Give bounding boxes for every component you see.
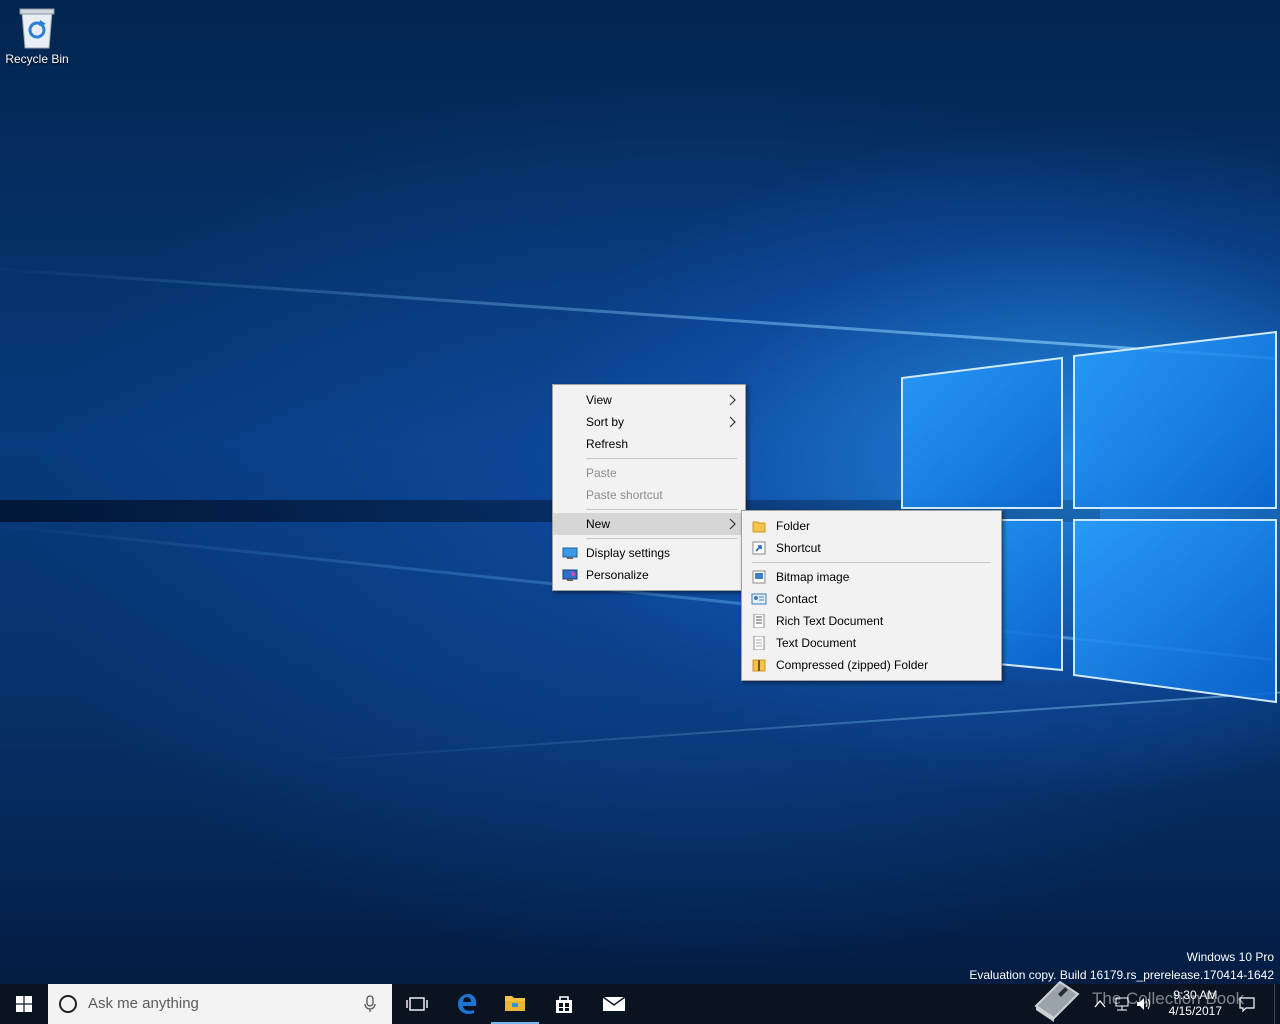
menu-item-paste-shortcut[interactable]: Paste shortcut xyxy=(553,484,745,506)
taskbar-edge[interactable] xyxy=(443,984,491,1024)
cortana-search-box[interactable]: Ask me anything xyxy=(48,984,392,1024)
contact-icon xyxy=(751,593,767,605)
menu-item-paste[interactable]: Paste xyxy=(553,462,745,484)
menu-item-new[interactable]: New xyxy=(553,513,745,535)
zip-folder-icon xyxy=(752,659,766,672)
menu-item-label: Personalize xyxy=(586,568,649,582)
menu-item-display-settings[interactable]: Display settings xyxy=(553,542,745,564)
menu-item-label: Display settings xyxy=(586,546,671,560)
submenu-item-contact[interactable]: Contact xyxy=(742,588,1001,610)
taskbar-store[interactable] xyxy=(540,984,588,1024)
submenu-item-compressed-folder[interactable]: Compressed (zipped) Folder xyxy=(742,654,1001,676)
submenu-item-bitmap-image[interactable]: Bitmap image xyxy=(742,566,1001,588)
new-submenu: Folder Shortcut Bitmap image Contact Ric… xyxy=(741,510,1002,681)
build-watermark: Evaluation copy. Build 16179.rs_prerelea… xyxy=(969,968,1274,982)
menu-item-label: Refresh xyxy=(586,437,629,451)
clock-date: 4/15/2017 xyxy=(1168,1004,1222,1018)
system-tray xyxy=(1094,984,1152,1024)
menu-item-label: Paste xyxy=(586,466,617,480)
menu-item-refresh[interactable]: Refresh xyxy=(553,433,745,455)
menu-item-label: Paste shortcut xyxy=(586,488,663,502)
book-watermark-icon xyxy=(1034,980,1080,1022)
show-desktop-strip[interactable] xyxy=(1274,984,1280,1024)
desktop-icon-label: Recycle Bin xyxy=(5,52,69,66)
file-explorer-icon xyxy=(505,996,525,1011)
task-view-button[interactable] xyxy=(393,984,441,1024)
taskbar-mail[interactable] xyxy=(590,984,638,1024)
start-button[interactable] xyxy=(0,984,48,1024)
menu-item-label: New xyxy=(586,517,611,531)
network-icon[interactable] xyxy=(1114,997,1130,1011)
submenu-item-folder[interactable]: Folder xyxy=(742,515,1001,537)
desktop-icon-recycle-bin[interactable]: Recycle Bin xyxy=(4,6,70,66)
menu-separator xyxy=(586,509,737,510)
submenu-item-label: Contact xyxy=(776,592,818,606)
chevron-right-icon xyxy=(729,416,736,428)
submenu-item-label: Shortcut xyxy=(776,541,821,555)
submenu-item-rich-text-document[interactable]: Rich Text Document xyxy=(742,610,1001,632)
chevron-up-icon[interactable] xyxy=(1094,999,1106,1009)
taskbar: Ask me anything The Collection Book 9:30… xyxy=(0,980,1280,1024)
submenu-item-label: Bitmap image xyxy=(776,570,850,584)
taskbar-file-explorer[interactable] xyxy=(491,984,539,1024)
menu-item-personalize[interactable]: Personalize xyxy=(553,564,745,586)
windows-start-icon xyxy=(16,996,32,1012)
recycle-bin-icon xyxy=(19,8,55,49)
folder-icon xyxy=(752,521,766,533)
menu-separator xyxy=(586,538,737,539)
bitmap-icon xyxy=(752,570,766,584)
menu-item-sort-by[interactable]: Sort by xyxy=(553,411,745,433)
mail-icon xyxy=(602,996,626,1011)
store-icon xyxy=(556,996,572,1013)
clock-time: 9:30 AM xyxy=(1173,988,1218,1002)
submenu-item-label: Text Document xyxy=(776,636,857,650)
chevron-right-icon xyxy=(729,394,736,406)
desktop-context-menu: View Sort by Refresh Paste Paste shortcu… xyxy=(552,384,746,591)
personalize-icon xyxy=(562,569,578,581)
edge-icon xyxy=(458,994,477,1014)
chevron-right-icon xyxy=(729,518,736,530)
action-center-icon xyxy=(1239,997,1255,1012)
text-document-icon xyxy=(753,636,765,650)
menu-separator xyxy=(586,458,737,459)
menu-item-view[interactable]: View xyxy=(553,389,745,411)
menu-item-label: Sort by xyxy=(586,415,625,429)
task-view-icon xyxy=(406,997,428,1011)
submenu-item-label: Rich Text Document xyxy=(776,614,884,628)
submenu-item-shortcut[interactable]: Shortcut xyxy=(742,537,1001,559)
edition-watermark: Windows 10 Pro xyxy=(1186,950,1274,964)
search-placeholder: Ask me anything xyxy=(88,995,199,1012)
cortana-icon xyxy=(59,995,77,1013)
submenu-item-label: Folder xyxy=(776,519,811,533)
shortcut-icon xyxy=(752,541,766,555)
taskbar-clock[interactable]: 9:30 AM 4/15/2017 xyxy=(1169,987,1222,1019)
menu-separator xyxy=(752,562,991,563)
rich-text-icon xyxy=(753,614,765,628)
display-settings-icon xyxy=(562,547,578,559)
volume-icon[interactable] xyxy=(1136,997,1152,1011)
submenu-item-label: Compressed (zipped) Folder xyxy=(776,658,929,672)
desktop-background[interactable]: Recycle Bin View Sort by Refresh Paste P… xyxy=(0,0,1280,984)
action-center-button[interactable] xyxy=(1236,984,1258,1024)
microphone-icon[interactable] xyxy=(364,995,376,1013)
submenu-item-text-document[interactable]: Text Document xyxy=(742,632,1001,654)
menu-item-label: View xyxy=(586,393,612,407)
